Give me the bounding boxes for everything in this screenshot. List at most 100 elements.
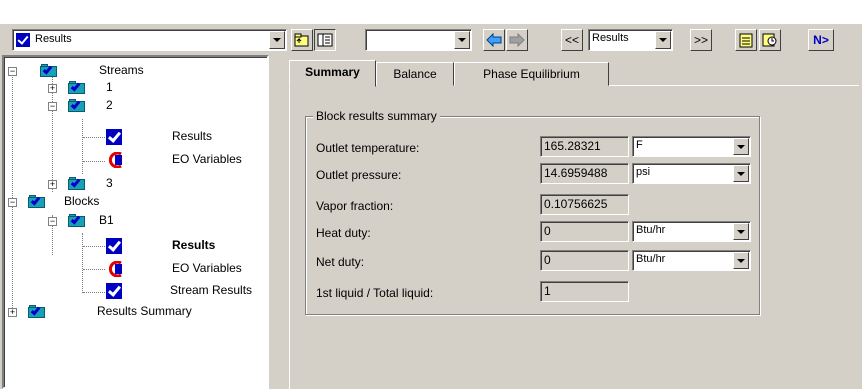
outlet-pressure-label: Outlet pressure: (316, 168, 402, 182)
tree-view-icon (317, 33, 333, 47)
net-duty-unit: Btu/hr (636, 253, 666, 265)
notes-button[interactable] (735, 29, 757, 51)
tree-node-streams[interactable]: − Streams (4, 62, 204, 80)
net-duty-label: Net duty: (316, 255, 365, 269)
chevron-down-icon[interactable] (733, 165, 749, 182)
status-button[interactable] (759, 29, 781, 51)
next-button[interactable]: N> (808, 29, 834, 51)
outlet-temperature-unit-select[interactable]: F (632, 136, 751, 157)
context-combo-value: Results (35, 33, 72, 45)
heat-duty-value: 0 (540, 221, 629, 242)
tree-label: 3 (106, 176, 113, 190)
next-form-label: >> (693, 33, 708, 47)
folder-check-icon (28, 194, 46, 208)
tree-node-stream-2-eo[interactable]: EO Variables (4, 151, 264, 169)
folder-check-icon (40, 63, 58, 77)
collapse-icon[interactable]: − (48, 102, 57, 111)
tree-label: Stream Results (170, 283, 253, 297)
tree-view-button[interactable] (314, 29, 336, 51)
eo-variables-icon (108, 152, 122, 168)
tree-label: Streams (99, 63, 144, 77)
net-duty-value: 0 (540, 250, 629, 271)
tree-label: Blocks (64, 194, 100, 208)
outlet-temperature-label: Outlet temperature: (316, 141, 420, 155)
tree-node-stream-2[interactable]: − 2 (4, 97, 204, 115)
navigation-tree[interactable]: − Streams + 1 − 2 Results EO Variables +… (2, 55, 269, 389)
arrow-left-icon (486, 33, 502, 47)
folder-check-icon (68, 213, 86, 227)
nav-combo-value: Results (592, 32, 629, 44)
blank-combo[interactable] (365, 29, 472, 51)
next-form-button[interactable]: >> (690, 29, 712, 51)
chevron-down-icon[interactable] (733, 252, 749, 269)
expand-icon[interactable]: + (48, 84, 57, 93)
tab-summary[interactable]: Summary (289, 60, 376, 87)
tree-label: Results (172, 129, 213, 143)
results-check-icon (106, 129, 122, 145)
tree-node-stream-1[interactable]: + 1 (4, 79, 204, 97)
vapor-fraction-value: 0.10756625 (540, 194, 629, 215)
arrow-right-icon (509, 33, 525, 47)
chevron-down-icon[interactable] (454, 31, 470, 49)
collapse-icon[interactable]: − (8, 198, 17, 207)
outlet-pressure-unit-select[interactable]: psi (632, 163, 751, 184)
expand-icon[interactable]: + (8, 308, 17, 317)
tree-label: Results Summary (97, 304, 192, 318)
folder-check-icon (68, 98, 86, 112)
tab-balance[interactable]: Balance (376, 62, 454, 86)
tab-phase-equilibrium[interactable]: Phase Equilibrium (454, 62, 609, 86)
chevron-down-icon[interactable] (733, 138, 749, 155)
expand-icon[interactable]: + (48, 180, 57, 189)
tree-label: EO Variables (172, 152, 242, 166)
folder-check-icon (28, 304, 46, 318)
toolbar: Results << Results >> N> (0, 26, 862, 54)
chevron-down-icon[interactable] (655, 31, 671, 49)
tree-label: EO Variables (172, 261, 242, 275)
nav-combo[interactable]: Results (588, 29, 673, 51)
tree-label: 2 (106, 98, 113, 112)
chevron-down-icon[interactable] (733, 223, 749, 240)
vapor-fraction-label: Vapor fraction: (316, 199, 394, 213)
folder-check-icon (68, 80, 86, 94)
outlet-temperature-unit: F (636, 139, 643, 151)
tree-node-results-summary[interactable]: + Results Summary (4, 303, 244, 321)
results-check-icon (16, 33, 30, 47)
magnifier-clock-icon (762, 33, 777, 47)
tree-node-stream-3[interactable]: + 3 (4, 175, 204, 193)
outlet-pressure-unit: psi (636, 166, 651, 178)
context-combo[interactable]: Results (12, 29, 287, 51)
heat-duty-label: Heat duty: (316, 226, 371, 240)
notepad-icon (739, 33, 753, 48)
previous-form-label: << (564, 33, 579, 47)
next-label: N> (813, 33, 829, 47)
tree-node-b1-results[interactable]: Results (4, 237, 264, 255)
title-strip (0, 0, 862, 24)
chevron-down-icon[interactable] (269, 31, 285, 49)
previous-form-button[interactable]: << (561, 29, 583, 51)
tree-label: B1 (99, 213, 114, 227)
liquid-ratio-label: 1st liquid / Total liquid: (316, 286, 434, 300)
group-title: Block results summary (313, 109, 440, 123)
tree-node-block-b1[interactable]: − B1 (4, 212, 204, 230)
outlet-temperature-value: 165.28321 (540, 136, 629, 157)
outlet-pressure-value: 14.6959488 (540, 163, 629, 184)
tree-node-b1-stream-results[interactable]: Stream Results (4, 282, 266, 300)
collapse-icon[interactable]: − (48, 217, 57, 226)
net-duty-unit-select[interactable]: Btu/hr (632, 250, 751, 271)
up-folder-button[interactable] (291, 29, 313, 51)
forward-button[interactable] (506, 29, 528, 51)
heat-duty-unit: Btu/hr (636, 224, 666, 236)
collapse-icon[interactable]: − (8, 67, 17, 76)
folder-check-icon (68, 176, 86, 190)
tree-node-blocks[interactable]: − Blocks (4, 193, 204, 211)
tree-label: 1 (106, 80, 113, 94)
results-check-icon (106, 238, 122, 254)
tree-label: Results (172, 238, 216, 252)
folder-up-icon (294, 33, 309, 47)
eo-variables-icon (108, 261, 122, 277)
tree-node-stream-2-results[interactable]: Results (4, 128, 244, 146)
back-button[interactable] (483, 29, 505, 51)
heat-duty-unit-select[interactable]: Btu/hr (632, 221, 751, 242)
tree-node-b1-eo[interactable]: EO Variables (4, 260, 264, 278)
results-check-icon (106, 283, 122, 299)
